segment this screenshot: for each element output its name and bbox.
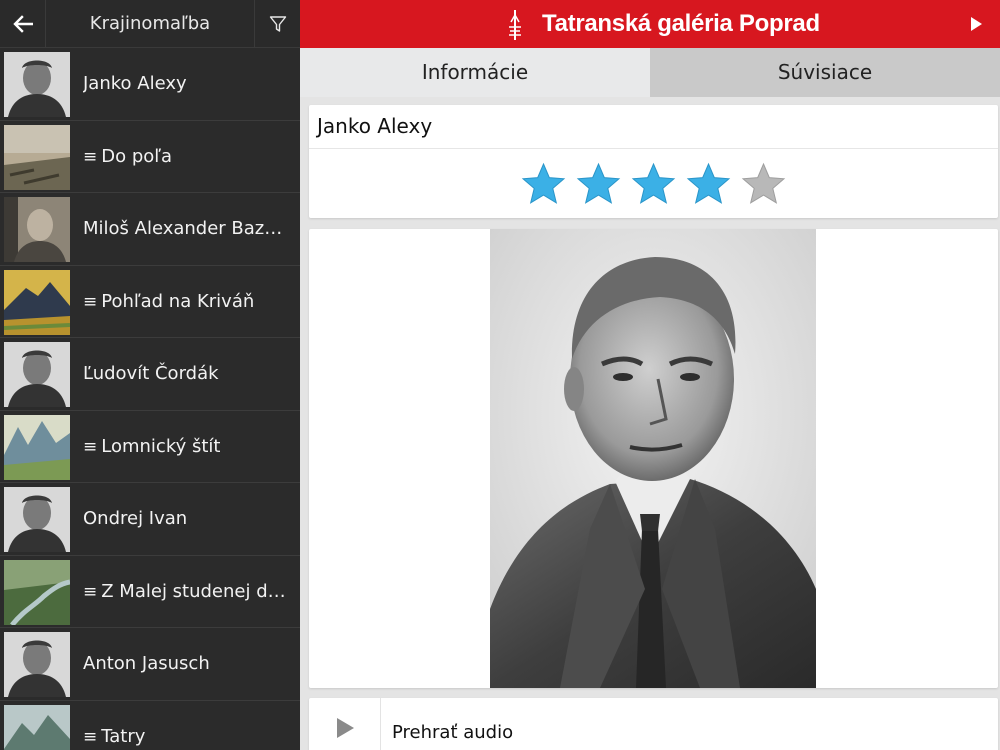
artist-thumbnail [4, 342, 70, 407]
artwork-thumbnail [4, 124, 70, 190]
sidebar-list-item[interactable]: ≡ Lomnický štít [0, 411, 300, 483]
sidebar: Krajinomaľba Janko Alexy ≡ Do poľa Miloš Al… [0, 0, 300, 750]
star-empty-icon[interactable] [741, 162, 786, 205]
sidebar-list-item[interactable]: ≡ Do poľa [0, 121, 300, 193]
sidebar-list-item[interactable]: ≡ Tatry [0, 701, 300, 750]
sidebar-item-text: Miloš Alexander Bazovský [83, 218, 290, 239]
artwork-thumbnail [4, 269, 70, 335]
sidebar-header: Krajinomaľba [0, 0, 300, 48]
sidebar-item-label: Ondrej Ivan [83, 483, 290, 555]
sidebar-title: Krajinomaľba [89, 13, 211, 34]
play-audio-button[interactable]: Prehrať audio [309, 698, 998, 750]
play-icon [336, 718, 354, 738]
play-icon [971, 17, 982, 31]
star-filled-icon[interactable] [631, 162, 676, 205]
star-filled-icon[interactable] [576, 162, 621, 205]
sidebar-list-item[interactable]: ≡ Z Malej studenej doliny [0, 556, 300, 628]
sidebar-item-label: Miloš Alexander Bazovský [83, 193, 290, 265]
app-title: Tatranská galéria Poprad [542, 10, 820, 37]
sidebar-item-label: ≡ Z Malej studenej doliny [83, 556, 290, 628]
arrow-left-icon [12, 15, 33, 33]
artist-photo-card [309, 229, 998, 688]
rating-stars [309, 149, 998, 218]
artist-info-card: Janko Alexy [309, 105, 998, 218]
tab-bar: Informácie Súvisiace [300, 48, 1000, 97]
sidebar-item-text: Lomnický štít [101, 435, 221, 457]
gallery-logo-icon [509, 10, 521, 40]
tab-suvisiace[interactable]: Súvisiace [650, 48, 1000, 97]
artist-portrait-image [490, 229, 816, 688]
play-button[interactable] [952, 0, 1000, 48]
sidebar-list-item[interactable]: Ondrej Ivan [0, 483, 300, 556]
sidebar-list: Janko Alexy ≡ Do poľa Miloš Alexander Bazov… [0, 48, 300, 750]
sidebar-list-item[interactable]: Ľudovít Čordák [0, 338, 300, 411]
filter-icon [269, 16, 286, 32]
sidebar-item-label: Ľudovít Čordák [83, 338, 290, 410]
artwork-list-icon: ≡ [83, 146, 98, 167]
artwork-list-icon: ≡ [83, 581, 98, 602]
sidebar-list-item[interactable]: Miloš Alexander Bazovský [0, 193, 300, 266]
star-filled-icon[interactable] [686, 162, 731, 205]
audio-play-area [309, 698, 381, 750]
artist-thumbnail [4, 632, 70, 697]
sidebar-item-text: Pohľad na Kriváň [101, 290, 255, 312]
sidebar-item-label: Anton Jasusch [83, 628, 290, 700]
artwork-list-icon: ≡ [83, 291, 98, 312]
sidebar-item-label: Janko Alexy [83, 48, 290, 120]
sidebar-item-text: Ľudovít Čordák [83, 363, 219, 384]
artwork-thumbnail [4, 704, 70, 750]
artwork-thumbnail [4, 559, 70, 625]
artist-thumbnail [4, 487, 70, 552]
sidebar-item-text: Janko Alexy [83, 73, 187, 94]
filter-button[interactable] [254, 0, 300, 48]
artist-thumbnail [4, 197, 70, 262]
artist-name: Janko Alexy [317, 114, 433, 138]
audio-label: Prehrať audio [392, 722, 514, 743]
artwork-list-icon: ≡ [83, 726, 98, 747]
sidebar-item-text: Anton Jasusch [83, 653, 210, 674]
sidebar-list-item[interactable]: ≡ Pohľad na Kriváň [0, 266, 300, 338]
sidebar-item-text: Ondrej Ivan [83, 508, 188, 529]
sidebar-list-item[interactable]: Janko Alexy [0, 48, 300, 121]
artwork-list-icon: ≡ [83, 436, 98, 457]
tab-informacie[interactable]: Informácie [300, 48, 650, 97]
sidebar-item-label: ≡ Lomnický štít [83, 411, 290, 483]
app-header: Tatranská galéria Poprad [300, 0, 1000, 48]
sidebar-item-text: Z Malej studenej doliny [101, 580, 290, 602]
artwork-thumbnail [4, 414, 70, 480]
sidebar-item-label: ≡ Tatry [83, 701, 290, 750]
sidebar-item-label: ≡ Pohľad na Kriváň [83, 266, 290, 338]
sidebar-item-text: Do poľa [101, 145, 173, 167]
artist-thumbnail [4, 52, 70, 117]
back-button[interactable] [0, 0, 46, 48]
sidebar-item-label: ≡ Do poľa [83, 121, 290, 193]
sidebar-item-text: Tatry [101, 725, 146, 747]
star-filled-icon[interactable] [521, 162, 566, 205]
sidebar-list-item[interactable]: Anton Jasusch [0, 628, 300, 701]
